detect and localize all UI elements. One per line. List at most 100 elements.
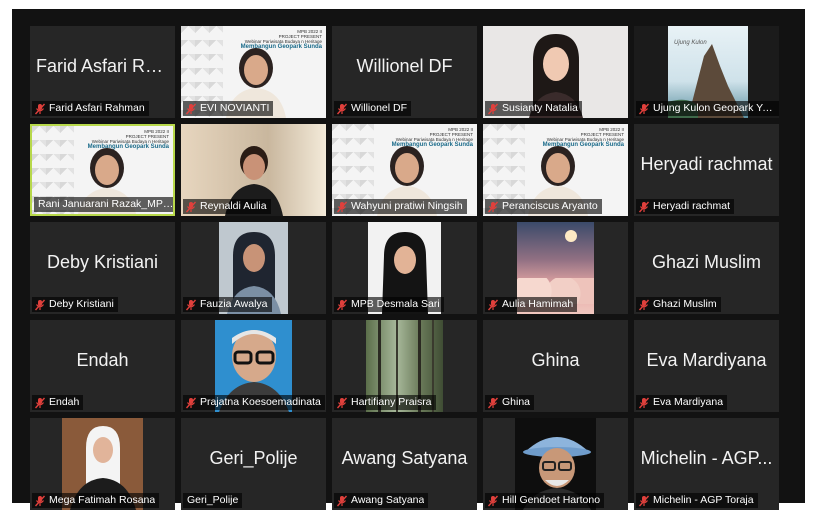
participant-name: Geri_Polije <box>187 494 239 506</box>
participant-tile[interactable]: Willionel DF Willionel DF <box>332 26 477 118</box>
rock-caption: Ujung Kulon <box>674 40 707 46</box>
muted-mic-icon <box>185 397 197 408</box>
participant-tile[interactable]: Susianty Natalia <box>483 26 628 118</box>
muted-mic-icon <box>336 103 348 114</box>
participant-name: Ujung Kulon Geopark Yo... <box>653 102 776 114</box>
participant-tile[interactable]: Mega Fatimah Rosana <box>30 418 175 510</box>
muted-mic-icon <box>487 299 499 310</box>
participant-name: Ghazi Muslim <box>653 298 717 310</box>
participant-tile[interactable]: Reynaldi Aulia <box>181 124 326 216</box>
participant-name: Eva Mardiyana <box>653 396 724 408</box>
participant-tile[interactable]: Ghazi Muslim Ghazi Muslim <box>634 222 779 314</box>
participant-name-label: Heryadi rachmat <box>636 199 735 214</box>
participant-name: EVI NOVIANTI <box>200 102 270 114</box>
muted-mic-icon <box>487 201 499 212</box>
muted-mic-icon <box>336 299 348 310</box>
participant-tile[interactable]: Deby Kristiani Deby Kristiani <box>30 222 175 314</box>
muted-mic-icon <box>638 201 650 212</box>
participant-tile[interactable]: Endah Endah <box>30 320 175 412</box>
participant-name-label: Susianty Natalia <box>485 101 582 116</box>
participant-tile[interactable]: Hartifiany Praisra <box>332 320 477 412</box>
participant-name-label: Eva Mardiyana <box>636 395 728 410</box>
participant-name: Hartifiany Praisra <box>351 396 432 408</box>
participant-name: Aulia Hamimah <box>502 298 574 310</box>
participant-name: Mega Fatimah Rosana <box>49 494 156 506</box>
participant-tile[interactable]: Awang Satyana Awang Satyana <box>332 418 477 510</box>
muted-mic-icon <box>487 495 499 506</box>
participant-name: Reynaldi Aulia <box>200 200 267 212</box>
participant-name-label: MPB Desmala Sari <box>334 297 444 312</box>
participant-tile[interactable]: Heryadi rachmat Heryadi rachmat <box>634 124 779 216</box>
muted-mic-icon <box>638 103 650 114</box>
participant-name-label: Aulia Hamimah <box>485 297 578 312</box>
participant-tile[interactable]: MPB 2022 II PROJECT PRESENT Webinar Pari… <box>332 124 477 216</box>
participant-name: Deby Kristiani <box>49 298 114 310</box>
participant-display-name: Awang Satyana <box>341 448 468 468</box>
muted-mic-icon <box>34 495 46 506</box>
participant-display-name: Eva Mardiyana <box>646 350 767 370</box>
participant-display-name: Michelin - AGP... <box>640 448 773 468</box>
participant-tile[interactable]: MPB Desmala Sari <box>332 222 477 314</box>
participant-name: Rani Januarani Razak_MPB... <box>38 198 175 210</box>
participant-name-label: Prajatna Koesoemadinata <box>183 395 325 410</box>
participant-tile[interactable]: Geri_Polije Geri_Polije <box>181 418 326 510</box>
participant-name-label: Geri_Polije <box>183 493 243 508</box>
participant-name: Hill Gendoet Hartono <box>502 494 601 506</box>
participant-name-label: Endah <box>32 395 84 410</box>
participant-name-label: Fauzia Awalya <box>183 297 272 312</box>
participant-name-label: Awang Satyana <box>334 493 429 508</box>
muted-mic-icon <box>34 397 46 408</box>
participant-name: Farid Asfari Rahman <box>49 102 145 114</box>
participant-tile[interactable]: Ghina Ghina <box>483 320 628 412</box>
participant-name: Ghina <box>502 396 531 408</box>
participant-name: Susianty Natalia <box>502 102 578 114</box>
participant-tile[interactable]: Michelin - AGP... Michelin - AGP Toraja <box>634 418 779 510</box>
participant-tile[interactable]: Farid Asfari Rah... Farid Asfari Rahman <box>30 26 175 118</box>
muted-mic-icon <box>185 103 197 114</box>
participant-name-label: Michelin - AGP Toraja <box>636 493 758 508</box>
participant-grid: Farid Asfari Rah... Farid Asfari Rahman … <box>30 26 779 510</box>
muted-mic-icon <box>638 397 650 408</box>
participant-display-name: Deby Kristiani <box>46 252 159 272</box>
participant-display-name: Farid Asfari Rah... <box>36 56 175 76</box>
participant-name: Fauzia Awalya <box>200 298 268 310</box>
muted-mic-icon <box>487 397 499 408</box>
participant-name: Peranciscus Aryanto <box>502 200 598 212</box>
participant-tile[interactable]: Hill Gendoet Hartono <box>483 418 628 510</box>
participant-name-label: Reynaldi Aulia <box>183 199 271 214</box>
participant-name-label: EVI NOVIANTI <box>183 101 274 116</box>
muted-mic-icon <box>336 397 348 408</box>
participant-name-label: Rani Januarani Razak_MPB... <box>34 197 175 212</box>
participant-name-label: Hartifiany Praisra <box>334 395 436 410</box>
participant-display-name: Heryadi rachmat <box>640 154 773 174</box>
participant-display-name: Geri_Polije <box>209 448 298 468</box>
participant-name-label: Peranciscus Aryanto <box>485 199 602 214</box>
participant-name-label: Ghazi Muslim <box>636 297 721 312</box>
participant-name: Wahyuni pratiwi Ningsih <box>351 200 463 212</box>
gallery-view: Farid Asfari Rah... Farid Asfari Rahman … <box>12 9 805 510</box>
muted-mic-icon <box>34 103 46 114</box>
participant-display-name: Ghina <box>531 350 580 370</box>
participant-tile[interactable]: MPB 2022 II PROJECT PRESENT Webinar Pari… <box>181 26 326 118</box>
participant-display-name: Ghazi Muslim <box>651 252 762 272</box>
participant-name-label: Wahyuni pratiwi Ningsih <box>334 199 467 214</box>
participant-name-label: Mega Fatimah Rosana <box>32 493 160 508</box>
participant-tile[interactable]: Eva Mardiyana Eva Mardiyana <box>634 320 779 412</box>
muted-mic-icon <box>185 299 197 310</box>
muted-mic-icon <box>638 299 650 310</box>
muted-mic-icon <box>34 299 46 310</box>
participant-name: Heryadi rachmat <box>653 200 731 212</box>
participant-display-name: Endah <box>76 350 129 370</box>
participant-name-label: Willionel DF <box>334 101 412 116</box>
participant-name: Michelin - AGP Toraja <box>653 494 754 506</box>
participant-tile[interactable]: MPB 2022 II PROJECT PRESENT Webinar Pari… <box>483 124 628 216</box>
participant-tile[interactable]: Aulia Hamimah <box>483 222 628 314</box>
participant-display-name: Willionel DF <box>356 56 453 76</box>
participant-name-label: Hill Gendoet Hartono <box>485 493 605 508</box>
participant-tile[interactable]: Prajatna Koesoemadinata <box>181 320 326 412</box>
participant-tile[interactable]: Fauzia Awalya <box>181 222 326 314</box>
participant-tile[interactable]: MPB 2022 II PROJECT PRESENT Webinar Pari… <box>30 124 175 216</box>
participant-name-label: Farid Asfari Rahman <box>32 101 149 116</box>
participant-tile[interactable]: Ujung Kulon Ujung Kulon Geopark Yo... <box>634 26 779 118</box>
muted-mic-icon <box>336 495 348 506</box>
